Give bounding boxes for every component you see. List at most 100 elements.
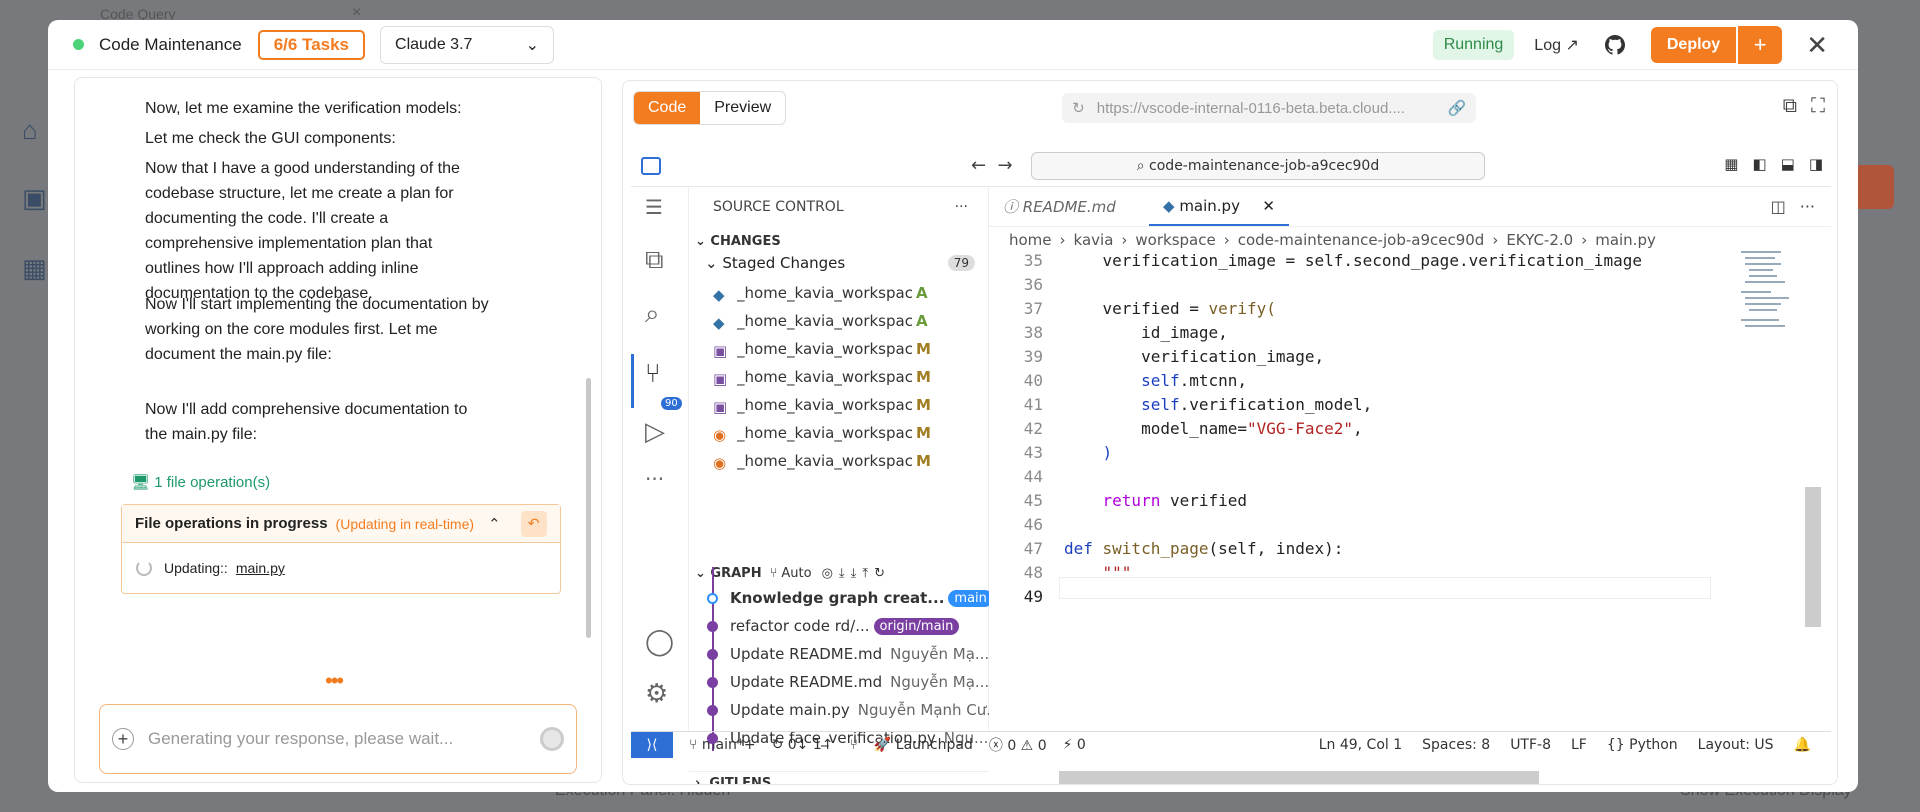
staged-file-row[interactable]: ◉ _home_kavia_workspace_co...M xyxy=(689,421,989,445)
language-mode[interactable]: {} Python xyxy=(1607,737,1678,753)
branch-status[interactable]: ⑂ main*+ xyxy=(689,737,756,753)
graph-commit-row[interactable]: Knowledge graph creat... main xyxy=(689,586,989,610)
breadcrumb-item[interactable]: kavia xyxy=(1074,231,1114,249)
gitlens-section[interactable]: › GITLENS xyxy=(689,771,989,784)
changes-section[interactable]: ⌄ CHANGES xyxy=(689,229,989,253)
vscode-editor: ← → ⌕ code-maintenance-job-a9cec90d ▦ ◧ ⬓ ◨… xyxy=(631,145,1831,784)
add-button[interactable]: + xyxy=(1738,26,1783,64)
graph-commit-row[interactable]: refactor code rd/... origin/main xyxy=(689,614,989,638)
staged-file-row[interactable]: ▣ _home_kavia_workspace_co...M xyxy=(689,337,989,361)
code-line: """ xyxy=(1064,563,1132,582)
sync-status[interactable]: ↻ 0↓ 1↑ xyxy=(772,737,834,753)
horizontal-scrollbar[interactable] xyxy=(1059,771,1539,784)
close-tab-icon[interactable]: ✕ xyxy=(1262,197,1275,215)
minimap[interactable] xyxy=(1731,251,1801,711)
status-bar: ⟩⟨ ⑂ main*+ ↻ 0↓ 1↑ ⑂ 🚀 Launchpad ⓧ 0 ⚠ … xyxy=(631,731,1831,758)
panel-left-icon[interactable]: ◧ xyxy=(1752,155,1766,173)
github-icon[interactable] xyxy=(1604,35,1625,55)
breadcrumb-separator: › xyxy=(1121,231,1128,249)
keyboard-layout[interactable]: Layout: US xyxy=(1698,737,1774,753)
tab-code[interactable]: Code xyxy=(634,92,701,124)
deploy-button[interactable]: Deploy xyxy=(1650,27,1737,63)
source-control-icon[interactable]: ⑂ xyxy=(645,359,661,389)
chat-scrollbar[interactable] xyxy=(586,378,591,638)
bell-icon[interactable]: 🔔 xyxy=(1794,737,1811,753)
account-icon[interactable]: ◯ xyxy=(645,627,674,657)
url-bar[interactable]: ↻ https://vscode-internal-0116-beta.beta… xyxy=(1062,93,1477,123)
staged-file-row[interactable]: ◆ _home_kavia_workspace_co...A xyxy=(689,309,989,333)
breadcrumb-item[interactable]: code-maintenance-job-a9cec90d xyxy=(1238,231,1485,249)
staged-count: 79 xyxy=(947,255,975,271)
breadcrumb-item[interactable]: home xyxy=(1009,231,1052,249)
link-icon[interactable]: 🔗 xyxy=(1447,99,1466,117)
cursor-position[interactable]: Ln 49, Col 1 xyxy=(1319,737,1402,753)
editor-actions[interactable]: ◫ ··· xyxy=(1771,187,1831,226)
status-dot xyxy=(73,39,84,50)
graph-commit-row[interactable]: Update README.md Nguyễn Mạ... xyxy=(689,670,989,694)
line-number: 35 xyxy=(1023,251,1043,270)
menu-icon[interactable]: ☰ xyxy=(645,195,663,219)
line-number: 48 xyxy=(1023,563,1043,582)
explorer-icon[interactable]: ⧉ xyxy=(645,245,664,276)
staged-file-row[interactable]: ◉ _home_kavia_workspace_co...M xyxy=(689,449,989,473)
command-center[interactable]: ⌕ code-maintenance-job-a9cec90d xyxy=(1031,152,1485,180)
encoding[interactable]: UTF-8 xyxy=(1510,737,1551,753)
remote-icon[interactable]: ⟩⟨ xyxy=(631,731,673,758)
panel-bottom-icon[interactable]: ⬓ xyxy=(1781,155,1795,173)
git-graph-icon[interactable]: ⑂ xyxy=(850,737,858,753)
debug-icon[interactable]: ▷ xyxy=(645,417,665,447)
code-text: model_name= xyxy=(1141,419,1248,438)
tab-main-py[interactable]: ◆ main.py ✕ xyxy=(1149,187,1289,226)
external-link-icon[interactable]: ⧉ xyxy=(1783,95,1797,118)
staged-file-row[interactable]: ▣ _home_kavia_workspace_co...M xyxy=(689,393,989,417)
sidebar-toggle-icon[interactable] xyxy=(641,157,661,175)
chevron-down-icon: ⌄ xyxy=(705,254,723,272)
model-select[interactable]: Claude 3.7 ⌄ xyxy=(380,25,555,64)
staged-file-row[interactable]: ▣ _home_kavia_workspace_co...M xyxy=(689,365,989,389)
graph-section[interactable]: ⌄ GRAPH ⑂ Auto ◎⤓⤓⤒↻ xyxy=(689,561,989,585)
chat-input[interactable]: + Generating your response, please wait.… xyxy=(99,704,577,774)
log-link[interactable]: Log ↗ xyxy=(1534,35,1579,55)
file-operations-link[interactable]: 🖥 1 file operation(s) xyxy=(131,473,270,491)
close-icon[interactable]: ✕ xyxy=(1806,30,1828,61)
reload-icon[interactable]: ↻ xyxy=(1072,99,1085,117)
gear-icon[interactable]: ⚙ xyxy=(645,679,668,709)
problems-status[interactable]: ⓧ 0 ⚠ 0 xyxy=(989,735,1047,755)
staged-changes[interactable]: ⌄ Staged Changes 79 xyxy=(689,251,989,275)
chevron-up-icon[interactable]: ⌃ xyxy=(488,515,501,533)
graph-commit-row[interactable]: Update main.py Nguyễn Mạnh Cư... xyxy=(689,698,989,722)
layout-icon[interactable]: ▦ xyxy=(1724,155,1738,173)
graph-actions[interactable]: ◎⤓⤓⤒↻ xyxy=(822,566,891,581)
nav-arrows[interactable]: ← → xyxy=(971,155,1013,176)
image-file-icon: ▣ xyxy=(713,398,728,416)
code-line: verification_image, xyxy=(1064,347,1324,366)
attach-icon[interactable]: + xyxy=(112,728,134,750)
breadcrumb-item[interactable]: workspace xyxy=(1135,231,1215,249)
more-icon[interactable]: ··· xyxy=(645,467,664,491)
undo-icon[interactable]: ↶ xyxy=(520,510,547,537)
breadcrumb-item[interactable]: main.py xyxy=(1595,231,1656,249)
tab-readme[interactable]: ⓘ README.md xyxy=(989,187,1149,226)
graph-commit-row[interactable]: Update README.md Nguyễn Mạ... xyxy=(689,642,989,666)
code-editor[interactable]: 35 36 37 38 39 40 41 42 43 44 45 46 47 48 49 verificat… xyxy=(989,251,1719,784)
code-text: """ xyxy=(1102,563,1132,582)
line-ending[interactable]: LF xyxy=(1571,737,1587,753)
breadcrumb-item[interactable]: EKYC-2.0 xyxy=(1506,231,1573,249)
more-actions-icon[interactable]: ··· xyxy=(1800,197,1815,216)
vertical-scrollbar[interactable] xyxy=(1805,487,1821,627)
indentation[interactable]: Spaces: 8 xyxy=(1422,737,1490,753)
updating-file-link[interactable]: main.py xyxy=(236,560,285,576)
staged-file-row[interactable]: ◆ _home_kavia_workspace_co...A xyxy=(689,281,989,305)
fullscreen-icon[interactable]: ⛶ xyxy=(1811,95,1825,118)
tasks-button[interactable]: 6/6 Tasks xyxy=(257,29,366,60)
ports-count: 0 xyxy=(1076,736,1086,753)
tab-preview[interactable]: Preview xyxy=(700,92,785,124)
breadcrumb-separator: › xyxy=(1059,231,1066,249)
search-icon[interactable]: ⌕ xyxy=(645,299,660,330)
more-actions-icon[interactable]: ··· xyxy=(955,199,968,215)
launchpad-status[interactable]: 🚀 Launchpad xyxy=(874,737,973,753)
panel-right-icon[interactable]: ◨ xyxy=(1809,155,1823,173)
commit-message: Update README.md xyxy=(730,673,883,691)
split-editor-icon[interactable]: ◫ xyxy=(1771,197,1786,216)
ports-status[interactable]: ⚡ 0 xyxy=(1063,737,1086,753)
